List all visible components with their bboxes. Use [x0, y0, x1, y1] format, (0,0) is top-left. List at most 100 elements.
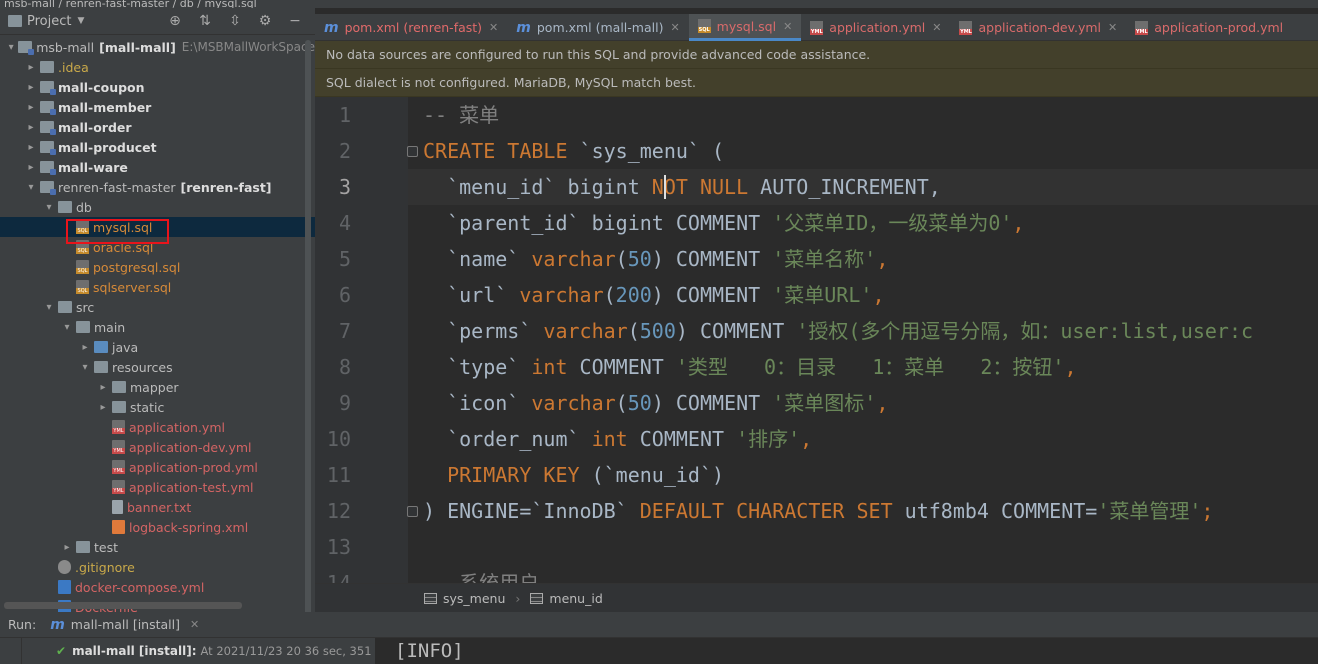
tree-item[interactable]: ▾ msb-mall [mall-mall] E:\MSBMallWorkSpace — [0, 37, 315, 57]
code-line[interactable]: `url` varchar(200) COMMENT '菜单URL', — [408, 277, 1318, 313]
chevron-down-icon[interactable]: ▼ — [77, 16, 84, 26]
tree-item[interactable]: application-prod.yml — [0, 457, 315, 477]
close-icon[interactable]: ✕ — [190, 618, 199, 631]
tree-item-label: mall-member — [58, 99, 152, 115]
code-line[interactable]: -- 菜单 — [408, 97, 1318, 133]
tree-item[interactable]: banner.txt — [0, 497, 315, 517]
tree-item[interactable]: ▸ java — [0, 337, 315, 357]
tab-application-prod-yml[interactable]: application-prod.yml — [1126, 14, 1292, 41]
tree-item[interactable]: application.yml — [0, 417, 315, 437]
fold-marker-icon[interactable] — [407, 506, 418, 517]
highlight-box — [66, 219, 169, 244]
code-line[interactable]: `order_num` int COMMENT '排序', — [408, 421, 1318, 457]
hide-icon[interactable]: − — [287, 13, 303, 29]
chevron-right-icon[interactable]: ▸ — [78, 342, 92, 353]
code-line[interactable]: `parent_id` bigint COMMENT '父菜单ID，一级菜单为0… — [408, 205, 1318, 241]
run-tree[interactable]: ✔ mall-mall [install]: At 2021/11/23 20 … — [0, 638, 375, 664]
tree-item[interactable]: ▸ mall-member — [0, 97, 315, 117]
tree-item[interactable]: ▸ mall-order — [0, 117, 315, 137]
expand-all-icon[interactable]: ⇅ — [197, 13, 213, 29]
code-line[interactable]: `menu_id` bigint NOT NULL AUTO_INCREMENT… — [408, 169, 1318, 205]
line-number-gutter: 1 2 3 4 5 6 7 8 9 10 11 12 13 14 — [315, 97, 408, 583]
chevron-down-icon[interactable]: ▾ — [6, 42, 16, 53]
code-line[interactable] — [408, 529, 1318, 565]
chevron-right-icon[interactable]: ▸ — [24, 142, 38, 153]
folder-icon — [76, 321, 90, 333]
tree-item[interactable]: .gitignore — [0, 557, 315, 577]
code-line[interactable]: `name` varchar(50) COMMENT '菜单名称', — [408, 241, 1318, 277]
tree-item[interactable]: ▸ mall-coupon — [0, 77, 315, 97]
code-line[interactable]: `icon` varchar(50) COMMENT '菜单图标', — [408, 385, 1318, 421]
tree-item[interactable]: ▾ src — [0, 297, 315, 317]
code-line[interactable]: `perms` varchar(500) COMMENT '授权(多个用逗号分隔… — [408, 313, 1318, 349]
tree-item[interactable]: ▸ static — [0, 397, 315, 417]
close-icon[interactable]: ✕ — [670, 21, 679, 34]
close-icon[interactable]: ✕ — [783, 20, 792, 33]
tree-item-label: postgresql.sql — [93, 259, 181, 275]
tree-item[interactable]: ▾ resources — [0, 357, 315, 377]
chevron-down-icon[interactable]: ▾ — [60, 322, 74, 333]
code-line[interactable]: `type` int COMMENT '类型 0：目录 1：菜单 2：按钮', — [408, 349, 1318, 385]
code-line[interactable]: -- 系统用户 — [408, 565, 1318, 583]
tree-item[interactable]: application-dev.yml — [0, 437, 315, 457]
close-icon[interactable]: ✕ — [1108, 21, 1117, 34]
code-line[interactable]: PRIMARY KEY (`menu_id`) — [408, 457, 1318, 493]
tree-item[interactable]: docker-compose.yml — [0, 577, 315, 597]
module-folder-icon — [40, 181, 56, 195]
text-file-icon — [112, 500, 123, 514]
project-scrollbar[interactable] — [305, 40, 311, 620]
chevron-down-icon[interactable]: ▾ — [24, 182, 38, 193]
module-folder-icon — [40, 141, 56, 155]
tree-item[interactable]: ▾ main — [0, 317, 315, 337]
chevron-down-icon[interactable]: ▾ — [42, 202, 56, 213]
tree-item[interactable]: ▾ db — [0, 197, 315, 217]
tab-application-dev-yml[interactable]: application-dev.yml ✕ — [950, 14, 1126, 41]
tree-item[interactable]: application-test.yml — [0, 477, 315, 497]
tree-item[interactable]: sqlserver.sql — [0, 277, 315, 297]
collapse-all-icon[interactable]: ⇳ — [227, 13, 243, 29]
gear-icon[interactable]: ⚙ — [257, 13, 273, 29]
chevron-right-icon[interactable]: ▸ — [96, 382, 110, 393]
tree-item[interactable]: postgresql.sql — [0, 257, 315, 277]
chevron-right-icon[interactable]: ▸ — [60, 542, 74, 553]
code-line[interactable]: CREATE TABLE `sys_menu` ( — [408, 133, 1318, 169]
tab-mysql-sql[interactable]: mysql.sql ✕ — [688, 14, 802, 41]
chevron-down-icon[interactable]: ▾ — [78, 362, 92, 373]
code-token: '排序' — [736, 427, 801, 451]
tab-pom-xml-renren-fast[interactable]: m pom.xml (renren-fast) ✕ — [315, 14, 507, 41]
close-icon[interactable]: ✕ — [489, 21, 498, 34]
chevron-right-icon[interactable]: ▸ — [24, 162, 38, 173]
tree-item-label: application-prod.yml — [129, 459, 258, 475]
tree-item[interactable]: ▸ mall-ware — [0, 157, 315, 177]
run-tree-item[interactable]: mall-mall [install]: — [72, 644, 196, 658]
folder-icon — [58, 301, 72, 313]
tab-pom-xml-mall-mall[interactable]: m pom.xml (mall-mall) ✕ — [507, 14, 688, 41]
close-icon[interactable]: ✕ — [932, 21, 941, 34]
fold-marker-icon[interactable] — [407, 146, 418, 157]
project-view-selector[interactable]: Project — [27, 14, 71, 29]
code-editor[interactable]: -- 菜单 CREATE TABLE `sys_menu` ( `menu_id`… — [408, 97, 1318, 583]
tree-item[interactable]: ▸ mapper — [0, 377, 315, 397]
tab-application-yml[interactable]: application.yml ✕ — [801, 14, 950, 41]
chevron-right-icon[interactable]: ▸ — [24, 82, 38, 93]
tree-item[interactable]: ▾ renren-fast-master [renren-fast] — [0, 177, 315, 197]
code-token: , — [876, 247, 889, 271]
run-tree-time: At 2021/11/23 20 36 sec, 351 ms — [200, 644, 375, 658]
locate-icon[interactable]: ⊕ — [167, 13, 183, 29]
code-line[interactable]: ) ENGINE=`InnoDB` DEFAULT CHARACTER SET … — [408, 493, 1318, 529]
tree-item[interactable]: ▸ mall-producet — [0, 137, 315, 157]
tree-item[interactable]: logback-spring.xml — [0, 517, 315, 537]
chevron-right-icon[interactable]: ▸ — [96, 402, 110, 413]
chevron-right-icon[interactable]: ▸ — [24, 62, 38, 73]
run-console[interactable]: [INFO] — [375, 638, 1318, 664]
code-token: `name` — [423, 247, 532, 271]
tree-item[interactable]: ▸ test — [0, 537, 315, 557]
breadcrumb-table[interactable]: sys_menu — [443, 591, 505, 606]
breadcrumb-column[interactable]: menu_id — [549, 591, 602, 606]
project-horizontal-scrollbar[interactable] — [4, 602, 242, 609]
run-config-tab[interactable]: mall-mall [install] — [71, 617, 180, 632]
chevron-right-icon[interactable]: ▸ — [24, 102, 38, 113]
chevron-right-icon[interactable]: ▸ — [24, 122, 38, 133]
tree-item[interactable]: ▸ .idea — [0, 57, 315, 77]
chevron-down-icon[interactable]: ▾ — [42, 302, 56, 313]
